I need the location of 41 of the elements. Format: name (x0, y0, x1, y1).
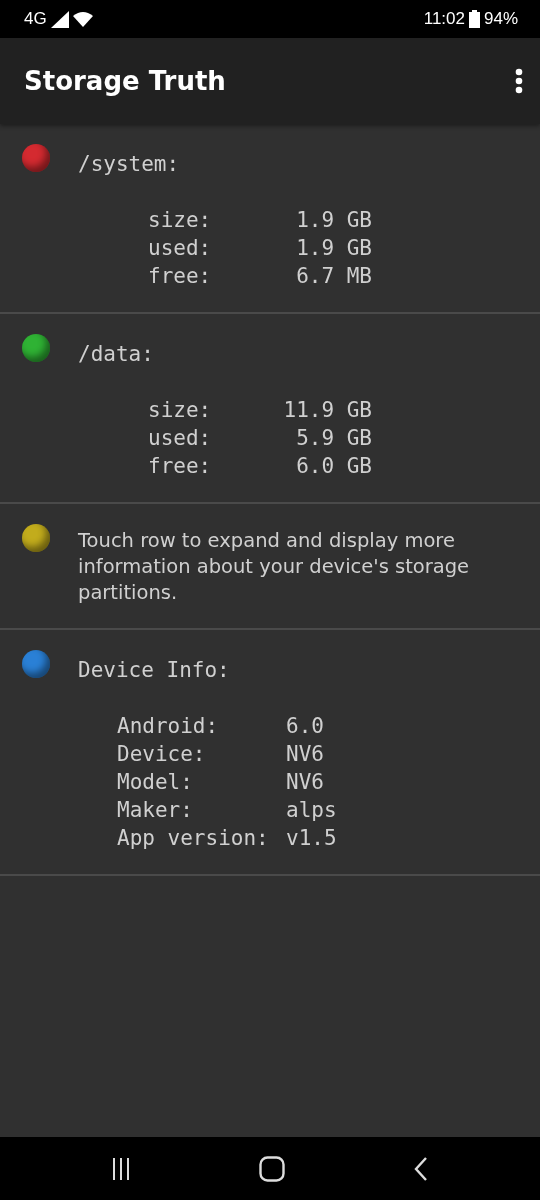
info-value: alps (286, 797, 337, 824)
battery-percent: 94% (483, 8, 518, 31)
info-value: NV6 (286, 769, 325, 796)
info-value: 11.9 GB (282, 397, 372, 424)
info-label: Maker: (117, 797, 194, 824)
overflow-menu-icon[interactable] (514, 68, 524, 94)
info-value: 1.9 GB (295, 235, 372, 262)
storage-row[interactable]: Device Info: Android: 6.0 Device: NV6 Model: NV6 Maker: alps App version: v1.5 (0, 630, 540, 876)
info-label: Device: (117, 741, 207, 768)
app-title: Storage Truth (24, 64, 226, 98)
network-label: 4G (24, 8, 47, 31)
info-value: NV6 (286, 741, 325, 768)
storage-row[interactable]: /data: size: 11.9 GB used: 5.9 GB free: 6.0 GB (0, 314, 540, 504)
recent-apps-icon[interactable] (112, 1157, 131, 1180)
info-label: Model: (117, 769, 194, 796)
battery-icon (468, 10, 480, 28)
info-label: Android: (117, 713, 220, 740)
info-value: 1.9 GB (295, 207, 372, 234)
info-label: size: (148, 397, 213, 424)
info-label: free: (148, 453, 213, 480)
info-label: free: (148, 263, 213, 290)
hint-text: Touch row to expand and display more information about your device's storage partitions. (78, 528, 471, 606)
home-icon[interactable] (259, 1155, 285, 1182)
storage-row[interactable]: /system: size: 1.9 GB used: 1.9 GB free: 6.7 MB (0, 124, 540, 314)
info-value: v1.5 (286, 825, 337, 852)
signal-icon (50, 10, 69, 28)
info-label: used: (148, 425, 213, 452)
wifi-icon (72, 11, 93, 27)
clock-time: 11:02 (423, 8, 465, 31)
info-label: size: (148, 207, 213, 234)
info-value: 6.0 GB (295, 453, 372, 480)
info-value: 6.0 (286, 713, 325, 740)
section-title: /data: (78, 341, 155, 368)
info-label: App version: (117, 825, 270, 852)
info-label: used: (148, 235, 213, 262)
back-icon[interactable] (413, 1156, 428, 1181)
info-value: 6.7 MB (295, 263, 372, 290)
info-value: 5.9 GB (295, 425, 372, 452)
section-title: Device Info: (78, 657, 231, 684)
storage-row[interactable]: Touch row to expand and display more information about your device's storage partitions. (0, 504, 540, 630)
section-title: /system: (78, 151, 181, 178)
